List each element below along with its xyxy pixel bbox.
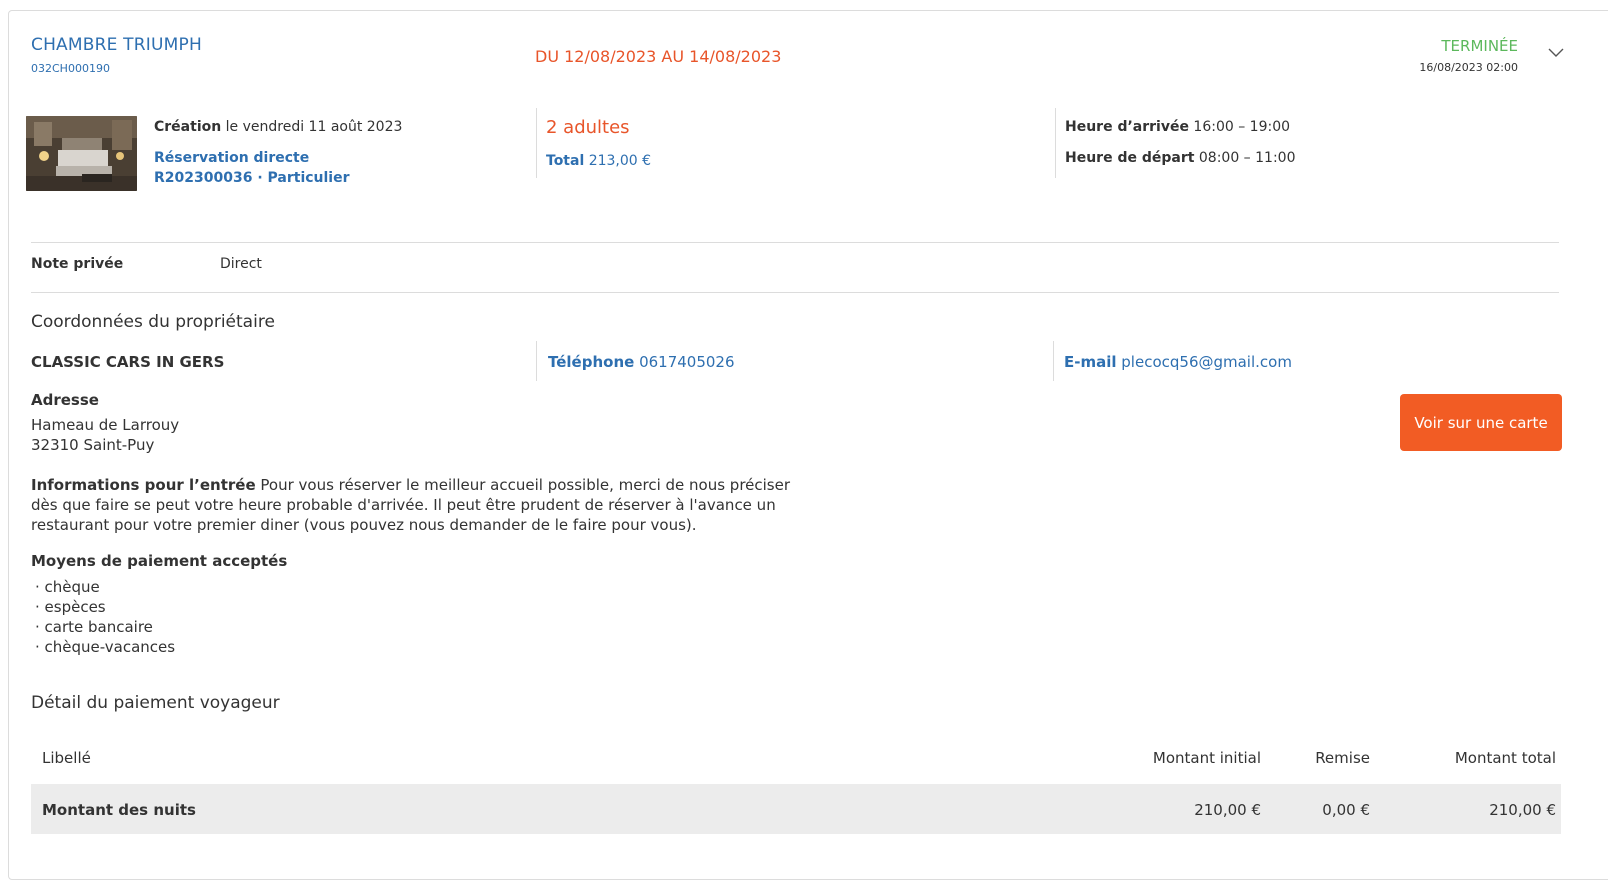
email-value[interactable]: plecocq56@gmail.com bbox=[1117, 353, 1292, 371]
room-code: 032CH000190 bbox=[31, 62, 110, 75]
list-item: · chèque bbox=[35, 578, 100, 596]
payment-detail-heading: Détail du paiement voyageur bbox=[31, 693, 280, 713]
phone-value[interactable]: 0617405026 bbox=[634, 353, 734, 371]
list-item: · espèces bbox=[35, 598, 106, 616]
creation-date: le vendredi 11 août 2023 bbox=[221, 119, 403, 135]
entry-info: Informations pour l’entrée Pour vous rés… bbox=[31, 475, 801, 535]
creation-info: Création le vendredi 11 août 2023 bbox=[154, 119, 402, 135]
row-initial-amount: 210,00 € bbox=[1194, 801, 1261, 819]
chevron-down-icon[interactable] bbox=[1547, 47, 1565, 59]
column-divider bbox=[536, 108, 537, 178]
row-label: Montant des nuits bbox=[42, 801, 196, 819]
row-discount: 0,00 € bbox=[1322, 801, 1370, 819]
status-date: 16/08/2023 02:00 bbox=[1419, 61, 1518, 74]
total-value: 213,00 € bbox=[584, 153, 652, 169]
owner-email[interactable]: E-mail plecocq56@gmail.com bbox=[1064, 353, 1292, 371]
column-divider bbox=[1053, 341, 1054, 381]
list-item: · chèque-vacances bbox=[35, 638, 176, 656]
column-divider bbox=[1055, 108, 1056, 178]
booking-source: Réservation directe bbox=[154, 150, 310, 166]
arrival-value: 16:00 – 19:00 bbox=[1188, 119, 1291, 135]
stay-dates: DU 12/08/2023 AU 14/08/2023 bbox=[535, 47, 782, 66]
reservation-card: CHAMBRE TRIUMPH 032CH000190 DU 12/08/202… bbox=[8, 10, 1608, 880]
private-note-label: Note privée bbox=[31, 256, 124, 272]
owner-name: CLASSIC CARS IN GERS bbox=[31, 353, 225, 371]
section-divider bbox=[31, 242, 1559, 243]
column-header-label: Libellé bbox=[42, 749, 91, 767]
column-divider bbox=[536, 341, 537, 381]
owner-heading: Coordonnées du propriétaire bbox=[31, 312, 275, 332]
column-header-discount: Remise bbox=[1315, 749, 1370, 767]
view-map-button[interactable]: Voir sur une carte bbox=[1400, 394, 1562, 451]
column-header-total: Montant total bbox=[1454, 749, 1556, 767]
booking-reference[interactable]: R202300036 · Particulier bbox=[154, 170, 350, 186]
room-title[interactable]: CHAMBRE TRIUMPH bbox=[31, 35, 202, 55]
private-note-value: Direct bbox=[220, 256, 262, 272]
departure-value: 08:00 – 11:00 bbox=[1194, 150, 1296, 166]
row-total-amount: 210,00 € bbox=[1489, 801, 1556, 819]
arrival-label: Heure d’arrivée bbox=[1065, 119, 1189, 135]
address-line-2: 32310 Saint-Puy bbox=[31, 436, 155, 454]
payment-methods-label: Moyens de paiement acceptés bbox=[31, 552, 288, 570]
address-label: Adresse bbox=[31, 391, 99, 409]
total-amount: Total 213,00 € bbox=[546, 153, 651, 169]
column-header-initial: Montant initial bbox=[1152, 749, 1261, 767]
phone-label: Téléphone bbox=[548, 353, 635, 371]
departure-time: Heure de départ 08:00 – 11:00 bbox=[1065, 150, 1295, 166]
owner-phone[interactable]: Téléphone 0617405026 bbox=[548, 353, 735, 371]
guest-count: 2 adultes bbox=[546, 117, 630, 138]
payment-methods-list: · chèque · espèces · carte bancaire · ch… bbox=[35, 577, 175, 657]
email-label: E-mail bbox=[1064, 353, 1117, 371]
entry-info-label: Informations pour l’entrée bbox=[31, 476, 256, 494]
address-line-1: Hameau de Larrouy bbox=[31, 416, 180, 434]
departure-label: Heure de départ bbox=[1065, 150, 1195, 166]
section-divider bbox=[31, 292, 1559, 293]
list-item: · carte bancaire bbox=[35, 618, 153, 636]
total-label: Total bbox=[546, 153, 585, 169]
creation-label: Création bbox=[154, 119, 222, 135]
status-badge: TERMINÉE bbox=[1441, 37, 1518, 55]
arrival-time: Heure d’arrivée 16:00 – 19:00 bbox=[1065, 119, 1290, 135]
room-thumbnail bbox=[26, 116, 137, 191]
